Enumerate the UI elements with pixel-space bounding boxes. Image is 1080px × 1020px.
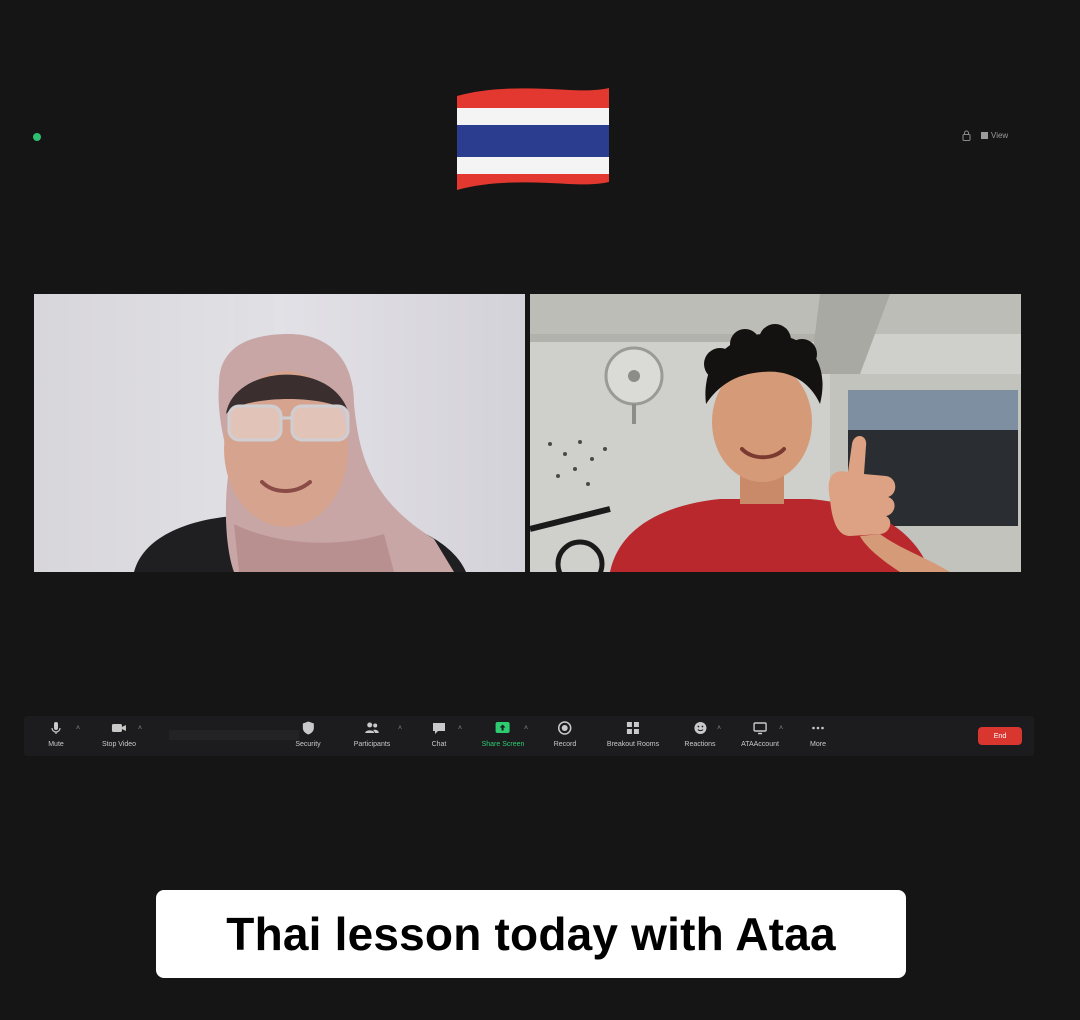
breakout-rooms-icon [626, 722, 639, 734]
participants-button[interactable]: Participants [353, 719, 391, 749]
audio-level-bar [169, 730, 299, 740]
share-screen-label: Share Screen [481, 741, 525, 748]
record-icon [558, 721, 572, 735]
end-meeting-button[interactable]: End [978, 727, 1022, 745]
monitor-icon [753, 722, 767, 735]
share-screen-icon [496, 722, 510, 733]
video-camera-icon [112, 724, 126, 732]
security-button[interactable]: Security [295, 719, 321, 749]
mute-options-caret[interactable]: ˄ [76, 725, 80, 732]
apps-label: ATAAccount [741, 741, 779, 748]
reactions-button[interactable]: Reactions [684, 719, 716, 749]
breakout-rooms-label: Breakout Rooms [606, 741, 660, 748]
participants-label: Participants [353, 741, 391, 748]
chat-label: Chat [431, 741, 447, 748]
reactions-label: Reactions [684, 741, 716, 748]
stop-video-button[interactable]: Stop Video [102, 719, 136, 749]
security-label: Security [295, 741, 321, 748]
chat-button[interactable]: Chat [430, 719, 448, 749]
chat-options-caret[interactable]: ˄ [458, 725, 462, 732]
smiley-icon [693, 722, 706, 734]
stop-video-label: Stop Video [101, 741, 137, 748]
lock-icon[interactable] [962, 130, 971, 141]
grid-view-icon [981, 132, 988, 139]
video-tile-right[interactable] [530, 294, 1021, 572]
meeting-window: View Mute ˄ Stop Video ˄ Security Partic… [0, 0, 1080, 1020]
apps-button[interactable]: ATAAccount [741, 719, 779, 749]
microphone-icon [51, 722, 61, 734]
record-button[interactable]: Record [553, 719, 577, 749]
record-label: Record [553, 741, 577, 748]
mute-label: Mute [48, 741, 64, 748]
meeting-toolbar: Mute ˄ Stop Video ˄ Security Participant… [24, 716, 1034, 756]
more-dots-icon [812, 726, 824, 730]
reactions-options-caret[interactable]: ˄ [717, 725, 721, 732]
encryption-status-icon[interactable] [33, 133, 41, 141]
caption-banner: Thai lesson today with Ataa [156, 890, 906, 978]
chat-bubble-icon [433, 723, 445, 734]
more-label: More [810, 741, 826, 748]
caption-text: Thai lesson today with Ataa [226, 908, 836, 960]
participants-icon [365, 722, 379, 733]
share-options-caret[interactable]: ˄ [524, 725, 528, 732]
video-tile-left[interactable] [34, 294, 525, 572]
mute-button[interactable]: Mute [47, 719, 65, 749]
shield-icon [302, 721, 314, 735]
apps-options-caret[interactable]: ˄ [779, 725, 783, 732]
more-button[interactable]: More [809, 719, 827, 749]
participants-options-caret[interactable]: ˄ [398, 725, 402, 732]
view-label: View [991, 131, 1009, 140]
video-options-caret[interactable]: ˄ [138, 725, 142, 732]
breakout-rooms-button[interactable]: Breakout Rooms [607, 719, 659, 749]
view-button[interactable]: View [981, 131, 1008, 140]
thailand-flag-icon [453, 84, 613, 194]
top-right-controls: View [962, 130, 1008, 141]
share-screen-button[interactable]: Share Screen [481, 719, 525, 749]
